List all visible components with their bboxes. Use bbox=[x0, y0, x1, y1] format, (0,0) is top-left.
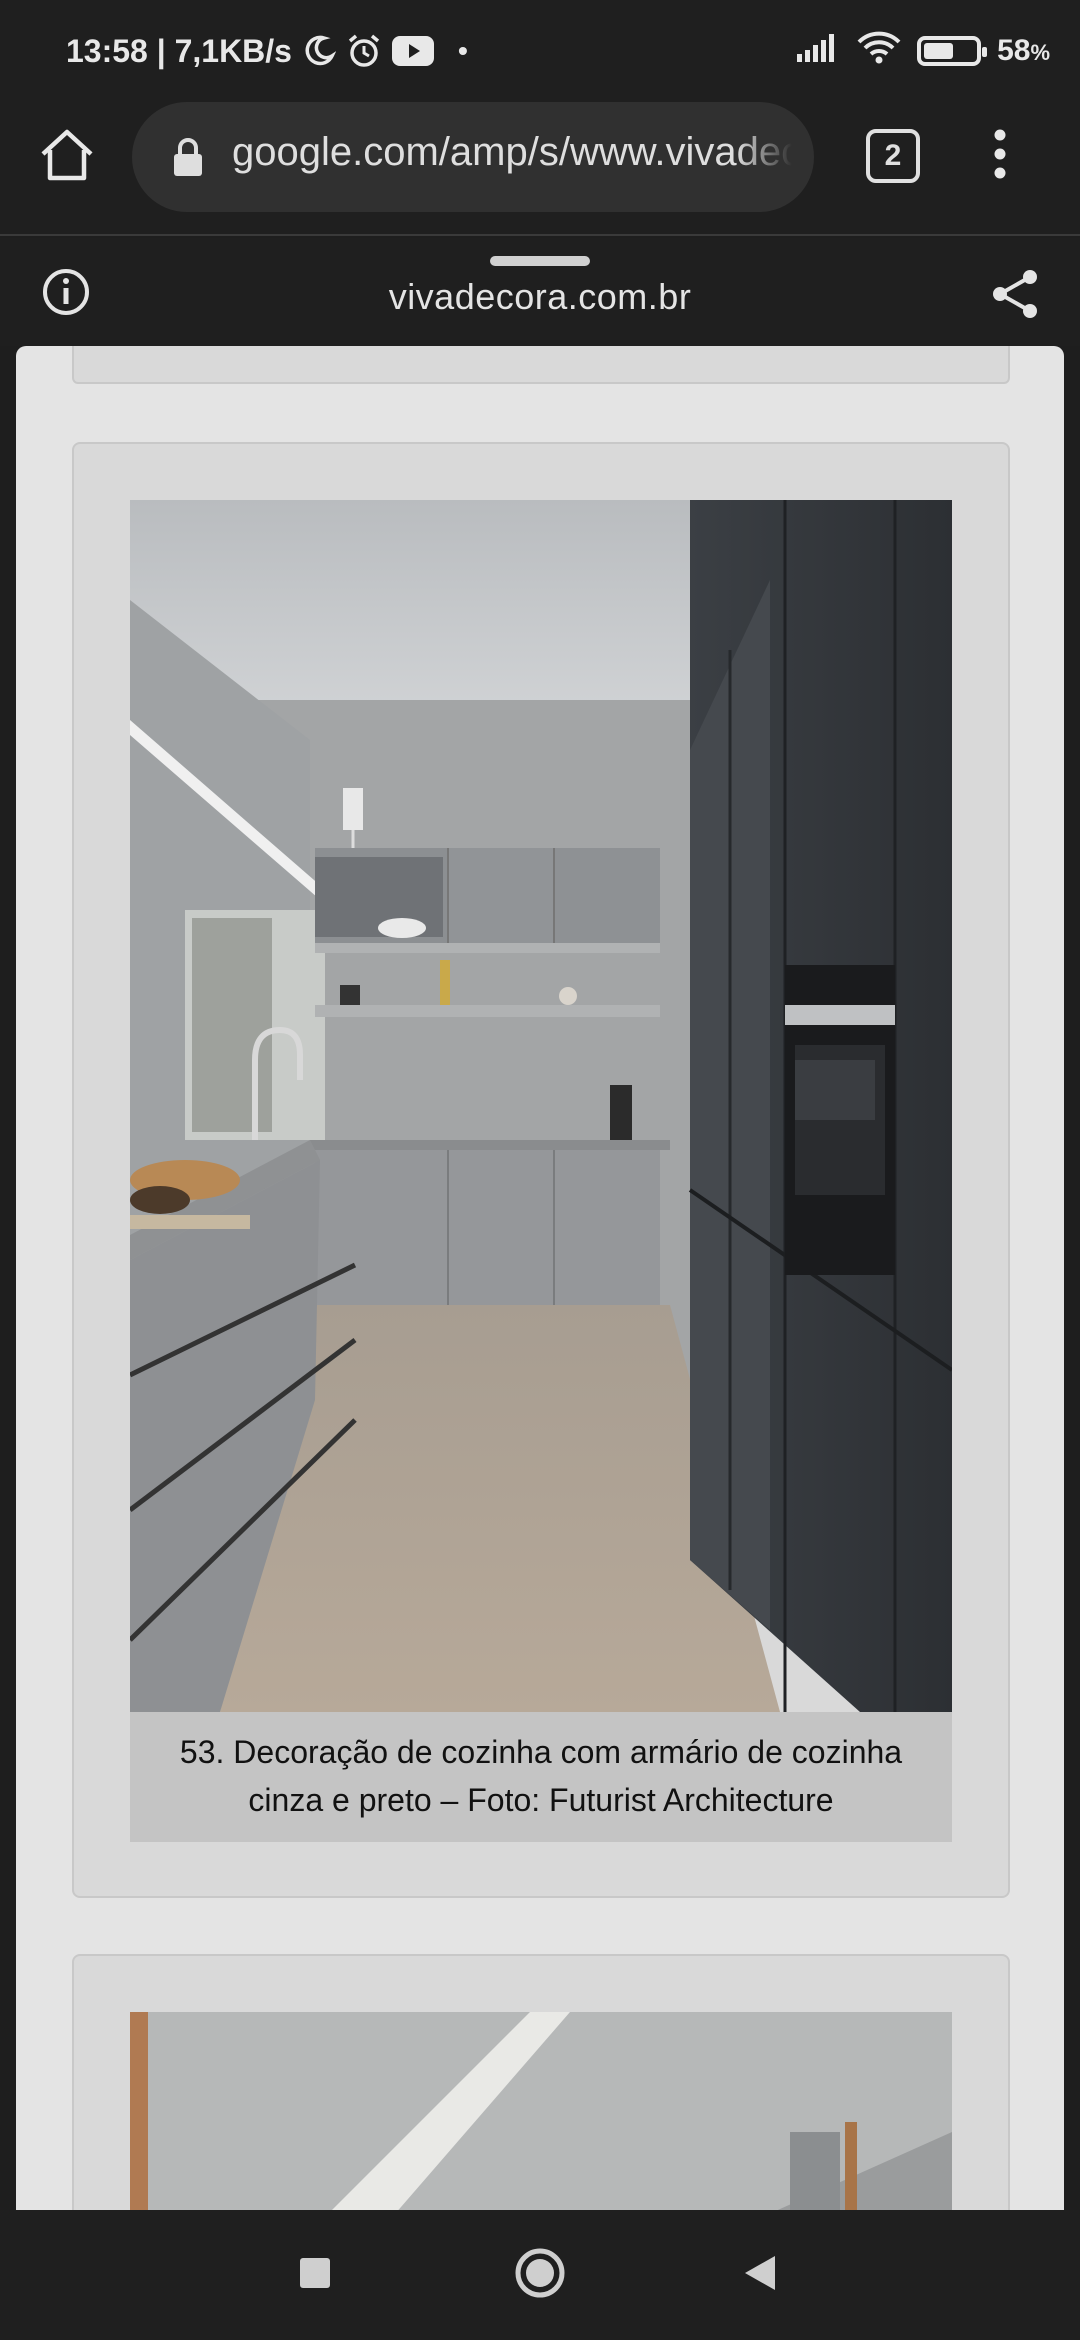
lock-icon bbox=[172, 138, 204, 181]
caption-line-1: 53. Decoração de cozinha com armário de … bbox=[179, 1734, 903, 1770]
home-nav-button[interactable] bbox=[480, 2210, 600, 2340]
square-icon bbox=[299, 2257, 331, 2294]
status-right: 58% bbox=[797, 28, 1050, 74]
status-bar: 13:58 | 7,1KB/s • 58% bbox=[0, 0, 1080, 100]
address-bar[interactable]: google.com/amp/s/www.vivadecora.com.br bbox=[132, 102, 814, 212]
youtube-icon bbox=[391, 36, 434, 66]
next-photo[interactable] bbox=[130, 2012, 952, 2210]
battery-icon bbox=[917, 36, 988, 66]
tab-switcher-button[interactable]: 2 bbox=[866, 129, 920, 183]
screen: 13:58 | 7,1KB/s • 58% google.com/amp/s/w… bbox=[0, 0, 1080, 2340]
kitchen-photo[interactable] bbox=[130, 500, 952, 1712]
back-triangle-icon bbox=[743, 2254, 777, 2297]
previous-card bbox=[72, 346, 1010, 384]
circle-icon bbox=[514, 2247, 566, 2304]
home-button[interactable] bbox=[30, 120, 104, 194]
navigation-bar bbox=[0, 2210, 1080, 2340]
alarm-icon bbox=[346, 33, 382, 69]
caption-line-2: cinza e preto – Foto: Futurist Architect… bbox=[248, 1782, 834, 1818]
share-icon[interactable] bbox=[990, 268, 1040, 325]
back-button[interactable] bbox=[700, 2210, 820, 2340]
overflow-menu-button[interactable] bbox=[980, 124, 1020, 188]
drag-handle[interactable] bbox=[490, 256, 590, 266]
wifi-icon bbox=[857, 30, 901, 72]
battery-fill bbox=[924, 43, 954, 59]
home-icon bbox=[39, 128, 95, 187]
page-content[interactable]: 53. Decoração de cozinha com armário de … bbox=[16, 346, 1064, 2210]
page-domain: vivadecora.com.br bbox=[388, 276, 692, 317]
status-left: 13:58 | 7,1KB/s • bbox=[66, 28, 468, 74]
notification-dot: • bbox=[457, 35, 468, 66]
moon-icon bbox=[302, 34, 336, 68]
status-time-speed: 13:58 | 7,1KB/s bbox=[66, 32, 292, 69]
next-article-card bbox=[72, 1954, 1010, 2210]
url-text: google.com/amp/s/www.vivadecora.com.br bbox=[232, 130, 792, 174]
more-vert-icon bbox=[993, 129, 1007, 184]
recents-button[interactable] bbox=[255, 2210, 375, 2340]
battery-percent: 58% bbox=[997, 34, 1050, 67]
cell-signal-icon bbox=[797, 32, 841, 70]
article-card: 53. Decoração de cozinha com armário de … bbox=[72, 442, 1010, 1898]
photo-caption: 53. Decoração de cozinha com armário de … bbox=[130, 1712, 952, 1842]
